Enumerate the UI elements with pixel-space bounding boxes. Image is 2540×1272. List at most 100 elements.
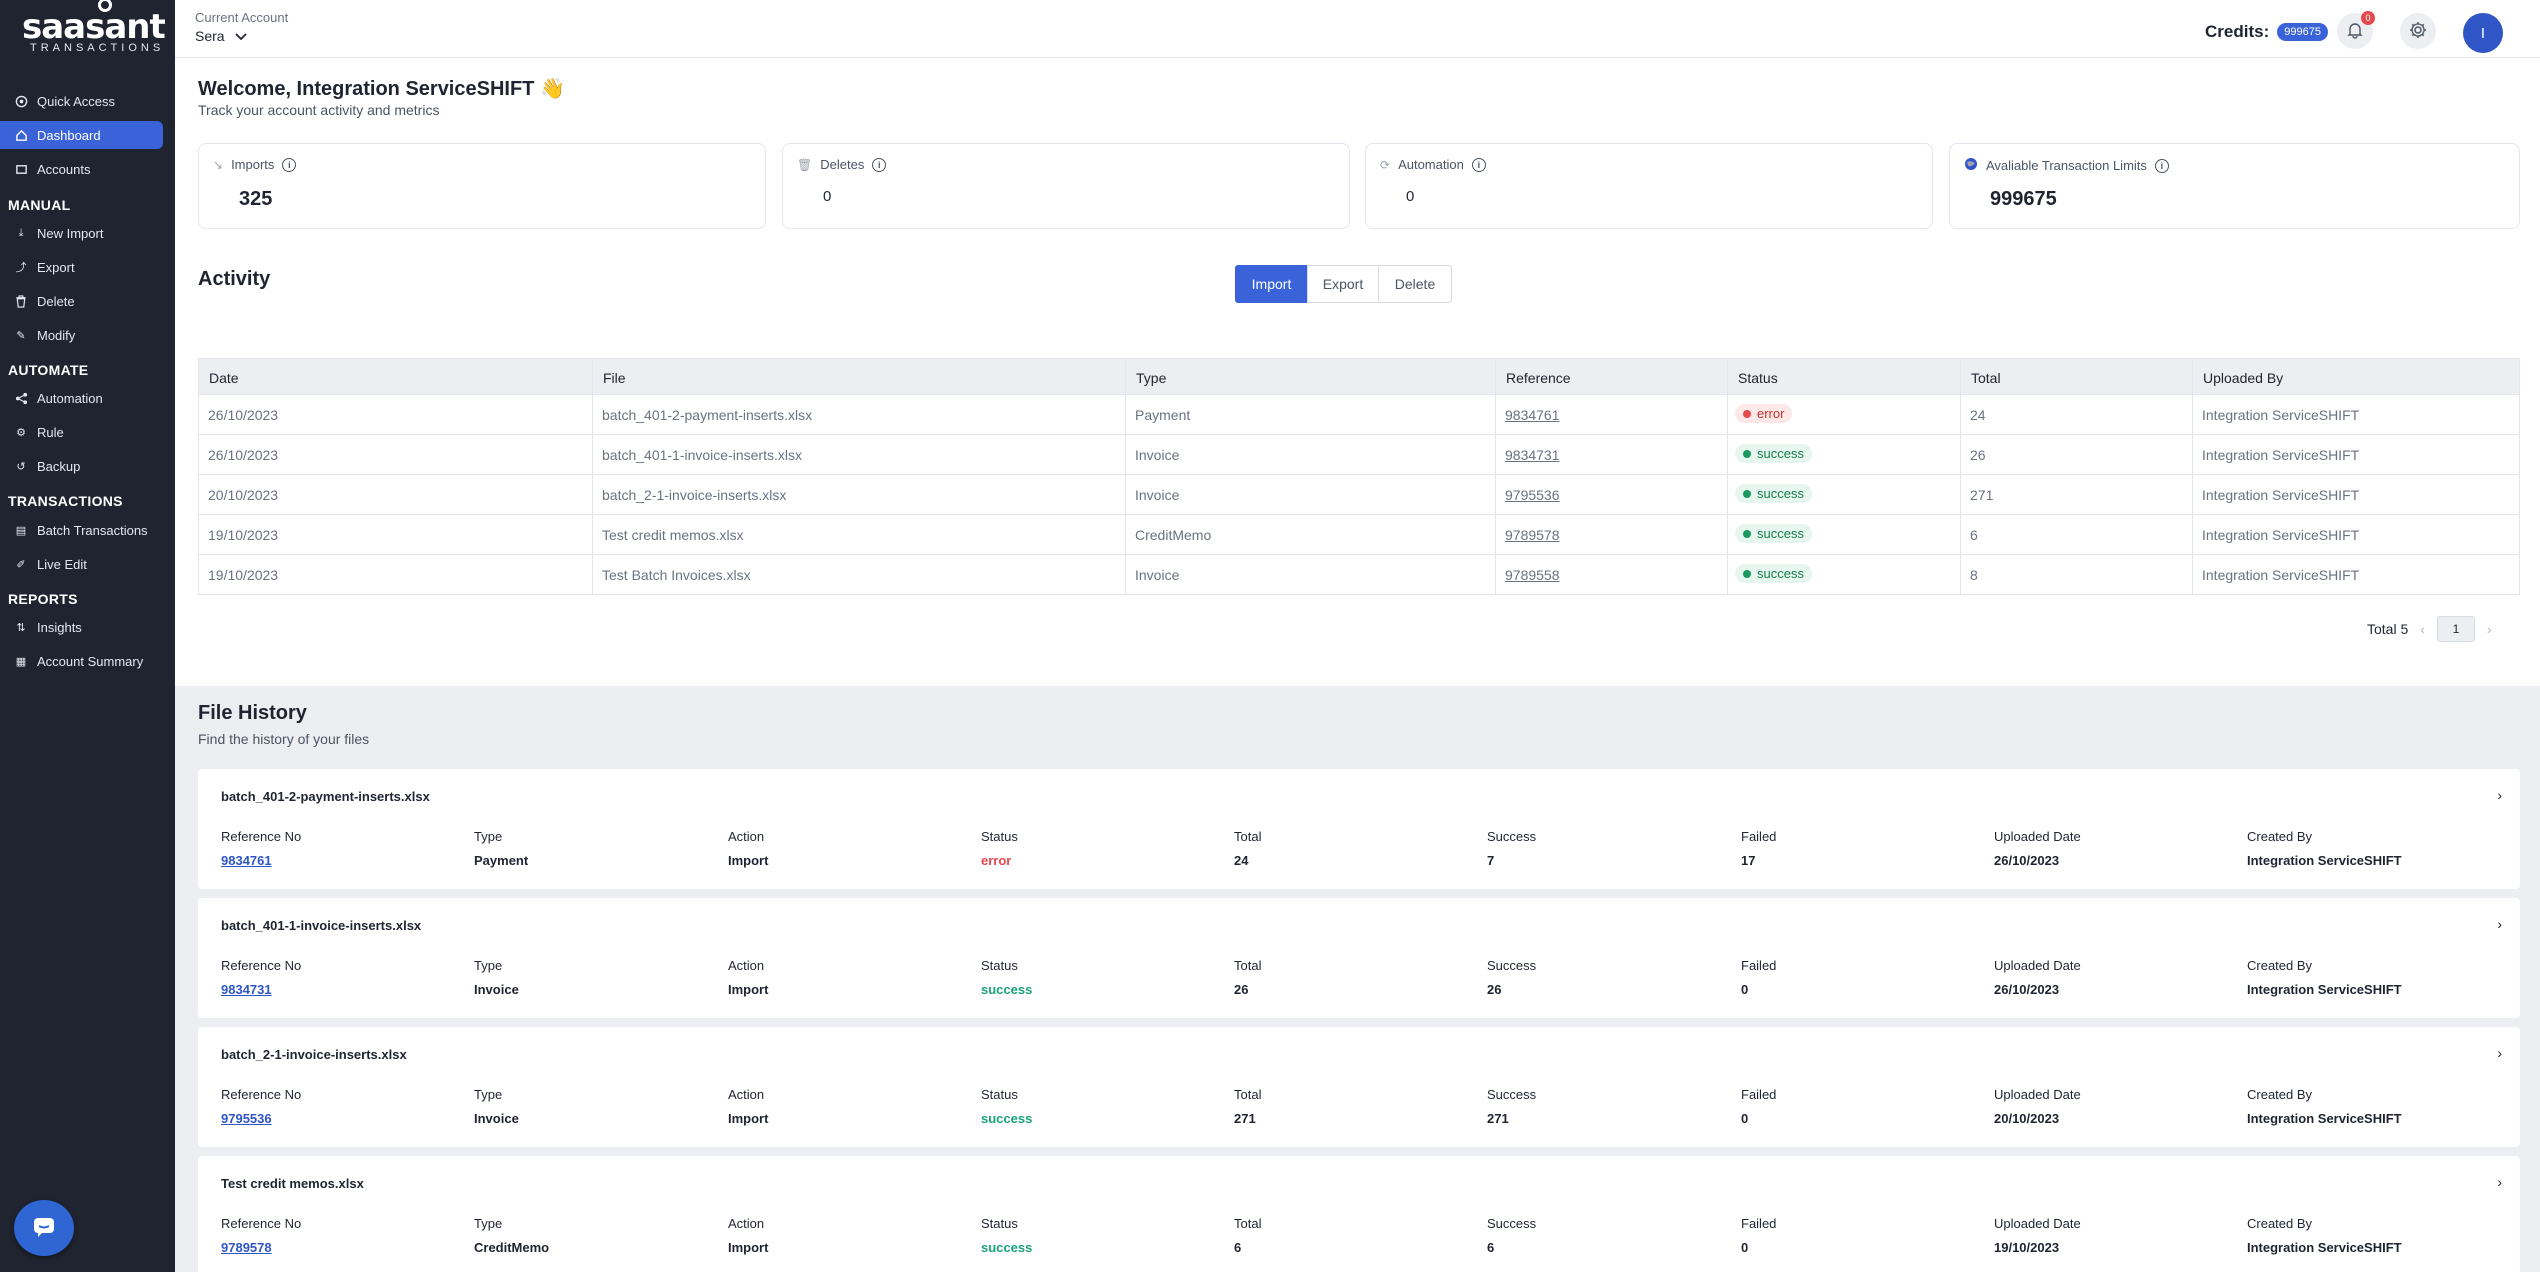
sidebar-item-label: Quick Access bbox=[37, 93, 116, 109]
sidebar-item-label: Modify bbox=[37, 327, 76, 343]
file-name: batch_401-1-invoice-inserts.xlsx bbox=[221, 918, 422, 933]
cell-file: batch_2-1-invoice-inserts.xlsx bbox=[602, 487, 787, 503]
activity-title: Activity bbox=[198, 268, 271, 290]
sidebar-item-quick-access[interactable]: Quick Access bbox=[0, 87, 163, 115]
page-number-button[interactable]: 1 bbox=[2436, 616, 2475, 642]
column-header-reference: Reference bbox=[1506, 370, 1571, 386]
sidebar-item-label: Insights bbox=[37, 619, 82, 635]
reference-link[interactable]: 9789578 bbox=[221, 1240, 272, 1255]
stat-value: 0 bbox=[823, 188, 832, 205]
reference-link[interactable]: 9795536 bbox=[1505, 487, 1560, 503]
next-page-button[interactable]: › bbox=[2487, 621, 2492, 637]
field-created-by: Integration ServiceSHIFT bbox=[2247, 1111, 2402, 1126]
field-total: 271 bbox=[1234, 1111, 1256, 1126]
field-label: Uploaded Date bbox=[1994, 829, 2081, 844]
sidebar-item-new-import[interactable]: ⤓ New Import bbox=[0, 219, 163, 247]
status-badge: error bbox=[1735, 404, 1793, 423]
chevron-right-icon[interactable]: › bbox=[2497, 916, 2502, 932]
info-icon[interactable]: i bbox=[282, 157, 297, 172]
tab-export[interactable]: Export bbox=[1307, 265, 1379, 303]
table-row[interactable]: 26/10/2023 batch_401-2-payment-inserts.x… bbox=[198, 395, 2520, 435]
quick-access-icon bbox=[14, 94, 28, 108]
field-failed: 0 bbox=[1741, 1111, 1749, 1126]
user-avatar[interactable]: I bbox=[2463, 13, 2503, 53]
field-label: Total bbox=[1234, 1087, 1262, 1102]
column-header-total: Total bbox=[1971, 370, 2001, 386]
field-success: 26 bbox=[1487, 982, 1502, 997]
field-success: 271 bbox=[1487, 1111, 1509, 1126]
tab-delete[interactable]: Delete bbox=[1378, 265, 1452, 303]
sidebar-section-manual: MANUAL bbox=[8, 197, 71, 213]
sidebar-item-dashboard[interactable]: Dashboard bbox=[0, 121, 163, 149]
sidebar-item-backup[interactable]: ↺ Backup bbox=[0, 452, 163, 480]
field-type: CreditMemo bbox=[474, 1240, 550, 1255]
chevron-right-icon[interactable]: › bbox=[2497, 1045, 2502, 1061]
field-label: Total bbox=[1234, 1216, 1262, 1231]
file-card[interactable]: batch_401-1-invoice-inserts.xlsx › Refer… bbox=[198, 898, 2520, 1018]
field-label: Action bbox=[728, 1087, 765, 1102]
reference-link[interactable]: 9795536 bbox=[221, 1111, 272, 1126]
file-card[interactable]: batch_2-1-invoice-inserts.xlsx › Referen… bbox=[198, 1027, 2520, 1147]
sidebar-item-modify[interactable]: ✎ Modify bbox=[0, 321, 163, 349]
settings-button[interactable] bbox=[2400, 13, 2436, 49]
field-created-by: Integration ServiceSHIFT bbox=[2247, 853, 2402, 868]
sidebar-item-insights[interactable]: ⇅ Insights bbox=[0, 613, 163, 641]
table-row[interactable]: 20/10/2023 batch_2-1-invoice-inserts.xls… bbox=[198, 475, 2520, 515]
field-action: Import bbox=[728, 1111, 769, 1126]
sidebar-item-automation[interactable]: Automation bbox=[0, 384, 163, 412]
total-count: Total 5 bbox=[2367, 621, 2409, 637]
reference-link[interactable]: 9789578 bbox=[1505, 527, 1560, 543]
field-label: Status bbox=[981, 1087, 1018, 1102]
sidebar-item-accounts[interactable]: Accounts bbox=[0, 155, 163, 183]
chevron-right-icon[interactable]: › bbox=[2497, 1174, 2502, 1190]
sidebar-item-label: New Import bbox=[37, 225, 104, 241]
prev-page-button[interactable]: ‹ bbox=[2420, 621, 2425, 637]
sidebar-item-rule[interactable]: ⚙ Rule bbox=[0, 418, 163, 446]
notification-count-badge: 0 bbox=[2361, 11, 2375, 25]
live-edit-icon: ✐ bbox=[16, 558, 26, 571]
cell-total: 26 bbox=[1970, 447, 1986, 463]
column-header-uploaded-by: Uploaded By bbox=[2203, 370, 2284, 386]
chat-support-button[interactable] bbox=[14, 1200, 74, 1256]
field-label: Success bbox=[1487, 1087, 1537, 1102]
reference-link[interactable]: 9834731 bbox=[1505, 447, 1560, 463]
cell-type: Payment bbox=[1135, 407, 1191, 423]
table-row[interactable]: 26/10/2023 batch_401-1-invoice-inserts.x… bbox=[198, 435, 2520, 475]
account-selector[interactable]: Sera bbox=[195, 28, 247, 44]
table-row[interactable]: 19/10/2023 Test Batch Invoices.xlsx Invo… bbox=[198, 555, 2520, 595]
sidebar-item-live-edit[interactable]: ✐ Live Edit bbox=[0, 550, 163, 578]
file-history-section: File History Find the history of your fi… bbox=[175, 686, 2540, 1272]
status-badge: success bbox=[1735, 524, 1812, 543]
summary-icon: ▦ bbox=[15, 655, 27, 668]
sidebar-item-account-summary[interactable]: ▦ Account Summary bbox=[0, 647, 163, 675]
notifications-button[interactable]: 0 bbox=[2337, 11, 2375, 49]
info-icon[interactable]: i bbox=[2154, 158, 2169, 173]
info-icon[interactable]: i bbox=[1471, 157, 1486, 172]
sidebar-item-delete[interactable]: Delete bbox=[0, 287, 163, 315]
field-total: 24 bbox=[1234, 853, 1249, 868]
table-row[interactable]: 19/10/2023 Test credit memos.xlsx Credit… bbox=[198, 515, 2520, 555]
reference-link[interactable]: 9834731 bbox=[221, 982, 272, 997]
field-failed: 0 bbox=[1741, 982, 1749, 997]
sidebar-item-export[interactable]: ⤴ Export bbox=[0, 253, 163, 281]
cell-file: batch_401-1-invoice-inserts.xlsx bbox=[602, 447, 802, 463]
reference-link[interactable]: 9834761 bbox=[221, 853, 272, 868]
field-label: Status bbox=[981, 1216, 1018, 1231]
file-card[interactable]: Test credit memos.xlsx › Reference No Ty… bbox=[198, 1156, 2520, 1272]
sidebar-item-batch-transactions[interactable]: ▤ Batch Transactions bbox=[0, 516, 163, 544]
cell-date: 19/10/2023 bbox=[208, 527, 279, 543]
file-card[interactable]: batch_401-2-payment-inserts.xlsx › Refer… bbox=[198, 769, 2520, 889]
field-label: Created By bbox=[2247, 1216, 2313, 1231]
tab-import[interactable]: Import bbox=[1235, 265, 1308, 303]
reference-link[interactable]: 9789558 bbox=[1505, 567, 1560, 583]
sidebar-item-label: Backup bbox=[37, 458, 81, 474]
credits-label: Credits: bbox=[2205, 22, 2270, 41]
field-label: Total bbox=[1234, 829, 1262, 844]
field-status: error bbox=[981, 853, 1012, 868]
reference-link[interactable]: 9834761 bbox=[1505, 407, 1560, 423]
info-icon[interactable]: i bbox=[872, 157, 887, 172]
field-uploaded-date: 26/10/2023 bbox=[1994, 982, 2060, 997]
brand-logo[interactable]: saasant TRANSACTIONS bbox=[20, 0, 166, 58]
field-uploaded-date: 20/10/2023 bbox=[1994, 1111, 2060, 1126]
chevron-right-icon[interactable]: › bbox=[2497, 787, 2502, 803]
